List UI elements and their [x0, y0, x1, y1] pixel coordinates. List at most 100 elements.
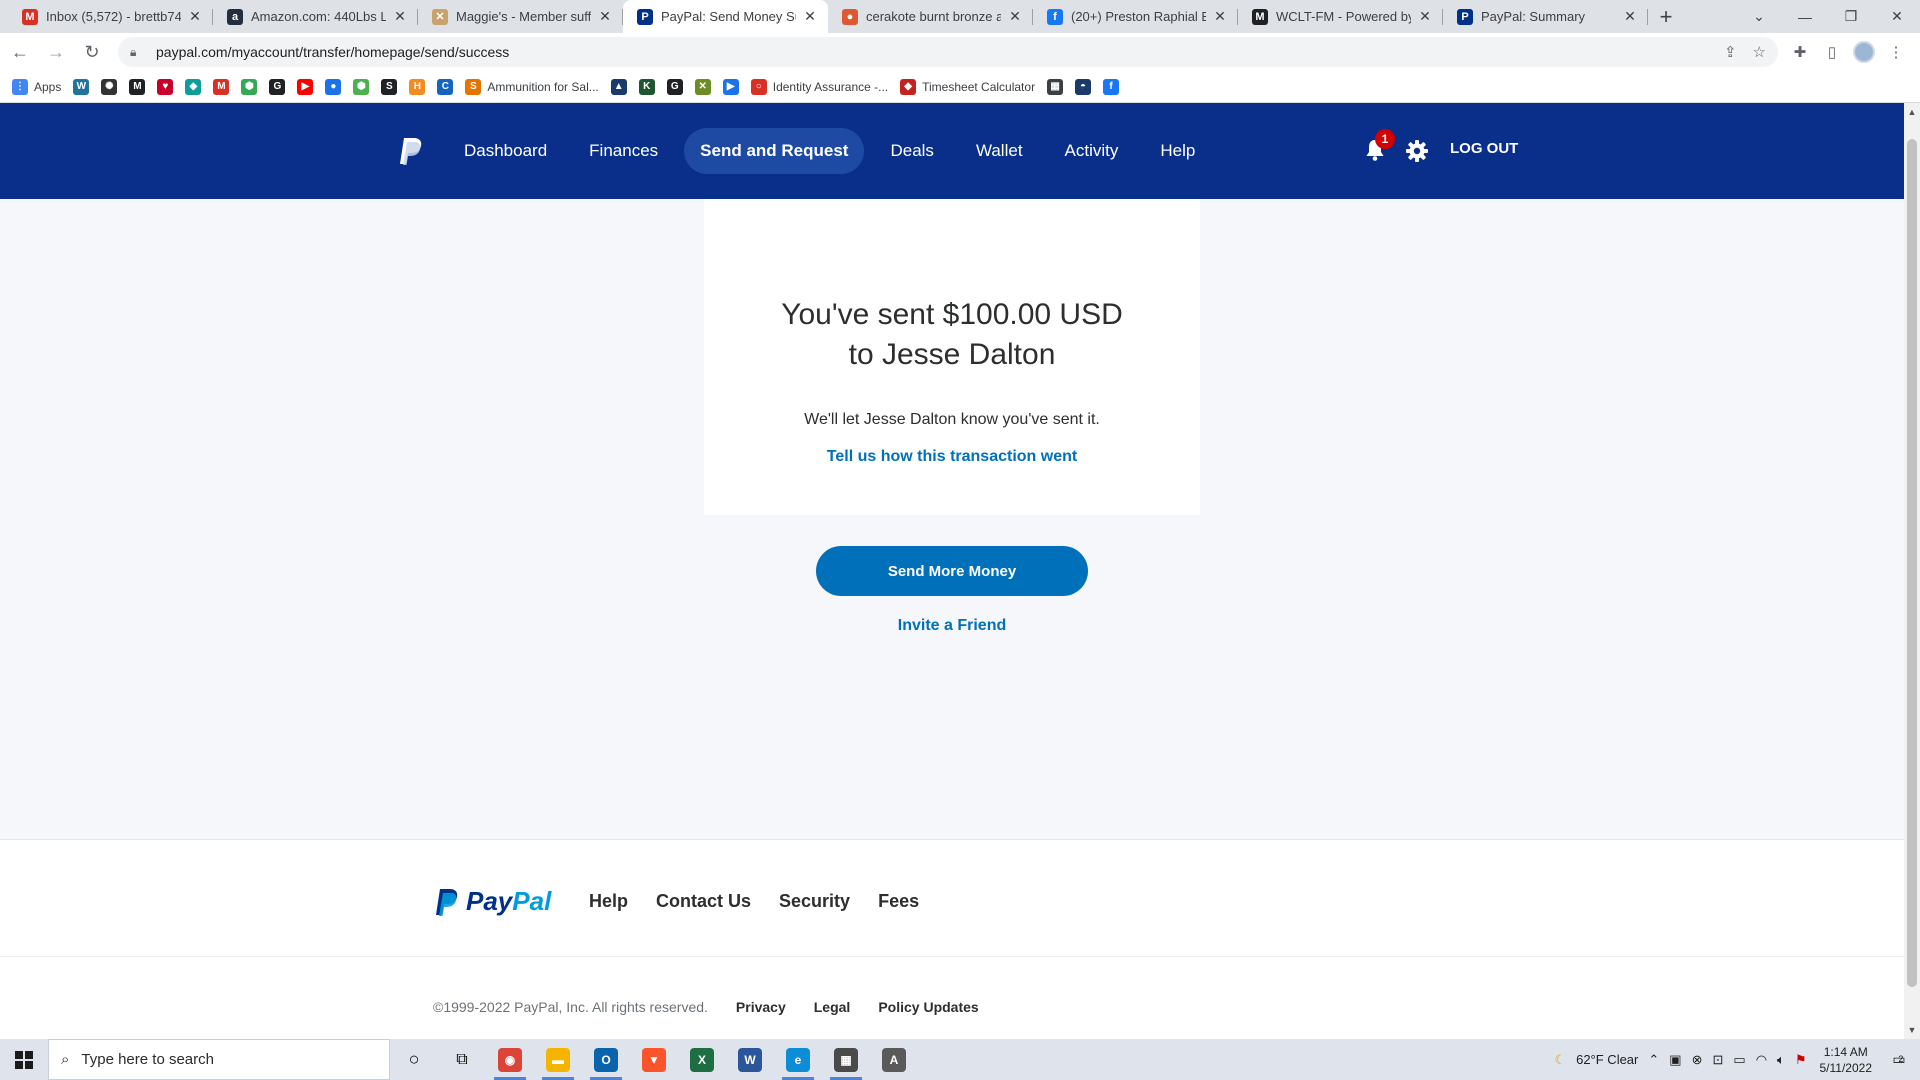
back-icon[interactable]: ←: [4, 36, 36, 68]
bookmark-item[interactable]: S: [381, 78, 398, 95]
tray-app-icon[interactable]: ⊡: [1712, 1052, 1723, 1068]
new-tab-button[interactable]: +: [1648, 0, 1684, 33]
close-tab-icon[interactable]: ✕: [392, 8, 408, 25]
bookmark-item[interactable]: ♥: [157, 78, 174, 95]
bookmark-star-icon[interactable]: ☆: [1753, 43, 1766, 61]
taskbar-app[interactable]: W: [726, 1039, 774, 1080]
scrollbar-thumb[interactable]: [1907, 139, 1917, 987]
bookmark-item[interactable]: G: [666, 78, 683, 95]
taskbar-search-input[interactable]: ⌕ Type here to search: [48, 1039, 390, 1080]
bookmark-item[interactable]: H: [409, 78, 426, 95]
profile-avatar[interactable]: [1853, 41, 1875, 63]
bookmark-item[interactable]: ◆: [185, 78, 202, 95]
taskbar-app[interactable]: e: [774, 1039, 822, 1080]
legal-link[interactable]: Policy Updates: [878, 999, 978, 1015]
bookmark-item[interactable]: S Ammunition for Sal...: [465, 78, 599, 95]
nav-activity[interactable]: Activity: [1049, 128, 1135, 174]
footer-link[interactable]: Help: [589, 891, 628, 912]
close-tab-icon[interactable]: ✕: [802, 8, 818, 25]
start-button[interactable]: [0, 1039, 48, 1080]
bookmark-item[interactable]: ⬢: [241, 78, 258, 95]
menu-icon[interactable]: ⋮: [1880, 36, 1912, 68]
bookmark-item[interactable]: M: [129, 78, 146, 95]
close-tab-icon[interactable]: ✕: [1007, 8, 1023, 25]
bookmark-item[interactable]: ✕: [694, 78, 711, 95]
taskbar-app[interactable]: X: [678, 1039, 726, 1080]
footer-link[interactable]: Security: [779, 891, 850, 912]
settings-gear-icon[interactable]: [1404, 138, 1430, 164]
scroll-down-icon[interactable]: ▼: [1904, 1023, 1920, 1037]
browser-tab[interactable]: f (20+) Preston Raphial Emr ✕: [1033, 0, 1238, 33]
task-view-icon[interactable]: ⧉: [438, 1039, 486, 1080]
taskbar-app[interactable]: ▼: [630, 1039, 678, 1080]
bookmark-item[interactable]: ▲: [610, 78, 627, 95]
taskbar-app[interactable]: O: [582, 1039, 630, 1080]
legal-link[interactable]: Legal: [814, 999, 851, 1015]
wifi-icon[interactable]: ◠: [1756, 1052, 1767, 1068]
send-more-money-button[interactable]: Send More Money: [816, 546, 1088, 596]
action-center-icon[interactable]: ▭ 2: [1884, 1045, 1914, 1075]
taskbar-app[interactable]: ▦: [822, 1039, 870, 1080]
close-tab-icon[interactable]: ✕: [597, 8, 613, 25]
browser-tab[interactable]: ✕ Maggie's - Member suffer ✕: [418, 0, 623, 33]
bookmark-item[interactable]: W: [73, 78, 90, 95]
browser-tab[interactable]: ● cerakote burnt bronze at D ✕: [828, 0, 1033, 33]
bookmark-item[interactable]: ○ Identity Assurance -...: [750, 78, 888, 95]
close-tab-icon[interactable]: ✕: [1212, 8, 1228, 25]
scroll-up-icon[interactable]: ▲: [1904, 105, 1920, 119]
bookmark-item[interactable]: f: [1103, 78, 1120, 95]
bookmark-item[interactable]: ▶: [722, 78, 739, 95]
tab-search-icon[interactable]: ⌄: [1736, 0, 1782, 33]
extensions-icon[interactable]: ✚: [1784, 36, 1816, 68]
nav-help[interactable]: Help: [1144, 128, 1211, 174]
close-tab-icon[interactable]: ✕: [1622, 8, 1638, 25]
reload-icon[interactable]: ↻: [76, 36, 108, 68]
bookmark-item[interactable]: ▶: [297, 78, 314, 95]
nav-dashboard[interactable]: Dashboard: [448, 128, 563, 174]
tray-overflow-icon[interactable]: ⌃: [1648, 1052, 1659, 1068]
maximize-icon[interactable]: ❐: [1828, 0, 1874, 33]
cortana-icon[interactable]: ○: [390, 1039, 438, 1080]
footer-paypal-logo[interactable]: PayPal: [434, 886, 551, 917]
weather-moon-icon[interactable]: ☾: [1554, 1052, 1566, 1068]
side-panel-icon[interactable]: ▯: [1816, 36, 1848, 68]
page-scrollbar[interactable]: ▲ ▼: [1904, 103, 1920, 1039]
taskbar-clock[interactable]: 1:14 AM 5/11/2022: [1820, 1044, 1873, 1076]
browser-tab[interactable]: a Amazon.com: 440Lbs Lift E ✕: [213, 0, 418, 33]
browser-tab[interactable]: M Inbox (5,572) - brettb740@ ✕: [8, 0, 213, 33]
footer-link[interactable]: Fees: [878, 891, 919, 912]
volume-icon[interactable]: 🔈︎: [1777, 1052, 1785, 1068]
nav-finances[interactable]: Finances: [573, 128, 674, 174]
tray-app-icon[interactable]: ⊗: [1692, 1052, 1703, 1068]
bookmark-item[interactable]: K: [638, 78, 655, 95]
paypal-logo-icon[interactable]: [398, 136, 424, 166]
minimize-icon[interactable]: —: [1782, 0, 1828, 33]
share-icon[interactable]: ⇪: [1724, 43, 1737, 61]
weather-text[interactable]: 62°F Clear: [1576, 1052, 1638, 1067]
legal-link[interactable]: Privacy: [736, 999, 786, 1015]
logout-button[interactable]: LOG OUT: [1450, 140, 1518, 157]
taskbar-app[interactable]: ▬: [534, 1039, 582, 1080]
footer-link[interactable]: Contact Us: [656, 891, 751, 912]
tray-app-icon[interactable]: ▣: [1669, 1052, 1681, 1068]
bookmark-item[interactable]: ⬢: [353, 78, 370, 95]
browser-tab[interactable]: P PayPal: Summary ✕: [1443, 0, 1648, 33]
bookmark-item[interactable]: ●: [325, 78, 342, 95]
invite-friend-link[interactable]: Invite a Friend: [816, 617, 1088, 635]
url-text[interactable]: paypal.com/myaccount/transfer/homepage/s…: [156, 44, 1708, 60]
forward-icon[interactable]: →: [40, 36, 72, 68]
battery-icon[interactable]: ▭: [1733, 1052, 1745, 1068]
nav-wallet[interactable]: Wallet: [960, 128, 1039, 174]
close-tab-icon[interactable]: ✕: [187, 8, 203, 25]
nav-deals[interactable]: Deals: [874, 128, 949, 174]
transaction-feedback-link[interactable]: Tell us how this transaction went: [704, 448, 1200, 466]
browser-tab[interactable]: M WCLT-FM - Powered by M ✕: [1238, 0, 1443, 33]
close-tab-icon[interactable]: ✕: [1417, 8, 1433, 25]
tray-app-icon[interactable]: ⚑: [1795, 1052, 1807, 1068]
browser-tab[interactable]: P PayPal: Send Money Succe ✕: [623, 0, 828, 33]
bookmark-item[interactable]: C: [437, 78, 454, 95]
taskbar-app[interactable]: ◉: [486, 1039, 534, 1080]
close-window-icon[interactable]: ✕: [1874, 0, 1920, 33]
bookmark-item[interactable]: G: [269, 78, 286, 95]
bookmark-item[interactable]: M: [213, 78, 230, 95]
